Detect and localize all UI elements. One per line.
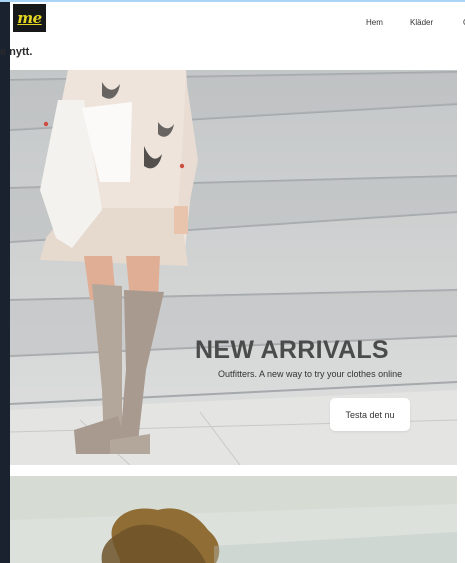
nav-link-home[interactable]: Hem: [366, 18, 383, 27]
navbar: me Hem Kläder O: [10, 2, 465, 42]
logo[interactable]: me: [13, 4, 46, 32]
hero-title: NEW ARRIVALS: [195, 336, 389, 364]
try-now-button[interactable]: Testa det nu: [330, 398, 410, 431]
hero-banner: NEW ARRIVALS Outfitters. A new way to tr…: [10, 70, 457, 465]
nav-link-clothes[interactable]: Kläder: [410, 18, 433, 27]
page: me Hem Kläder O e nytt.: [0, 0, 465, 563]
page-tagline: e nytt.: [0, 46, 33, 58]
tree-photo: [10, 476, 457, 563]
second-banner-image: [10, 476, 457, 563]
left-edge-strip: [0, 0, 10, 563]
hero-subtitle: Outfitters. A new way to try your clothe…: [218, 369, 403, 379]
